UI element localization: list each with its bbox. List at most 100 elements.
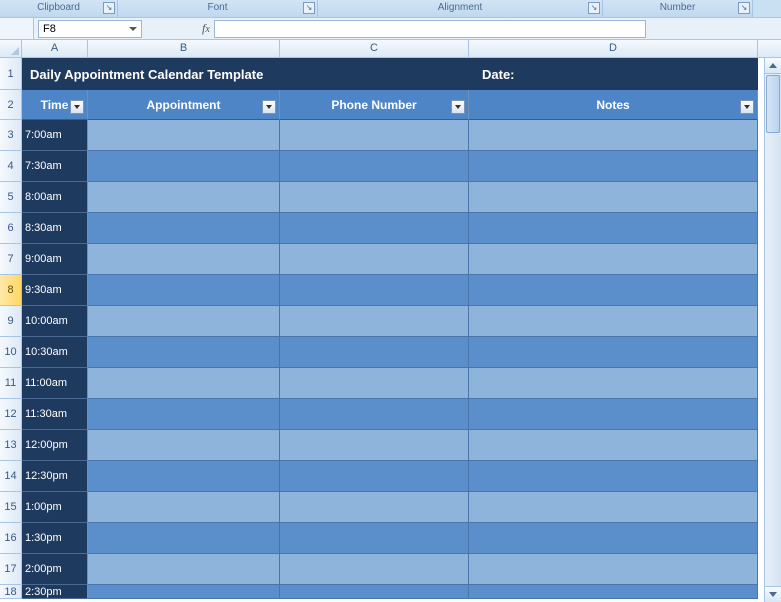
notes-cell[interactable] [469,399,758,430]
phone-cell[interactable] [280,275,469,306]
notes-cell[interactable] [469,151,758,182]
time-cell[interactable]: 10:00am [22,306,88,337]
phone-cell[interactable] [280,213,469,244]
row-header[interactable]: 2 [0,90,22,120]
appointment-cell[interactable] [88,244,280,275]
notes-cell[interactable] [469,275,758,306]
select-all-corner[interactable] [0,40,22,57]
row-header[interactable]: 8 [0,275,22,306]
appointment-header[interactable]: Appointment [88,90,280,120]
row-header[interactable]: 4 [0,151,22,182]
vertical-scrollbar[interactable] [764,58,781,602]
notes-cell[interactable] [469,585,758,599]
notes-header[interactable]: Notes [469,90,758,120]
notes-cell[interactable] [469,430,758,461]
phone-cell[interactable] [280,554,469,585]
row-header[interactable]: 17 [0,554,22,585]
time-header[interactable]: Time [22,90,88,120]
column-header[interactable]: D [469,40,758,57]
dialog-launcher-icon[interactable]: ↘ [588,2,600,14]
time-cell[interactable]: 9:30am [22,275,88,306]
appointment-cell[interactable] [88,368,280,399]
appointment-cell[interactable] [88,213,280,244]
time-cell[interactable]: 11:30am [22,399,88,430]
row-header[interactable]: 6 [0,213,22,244]
time-cell[interactable]: 11:00am [22,368,88,399]
dialog-launcher-icon[interactable]: ↘ [738,2,750,14]
notes-cell[interactable] [469,368,758,399]
row-header[interactable]: 12 [0,399,22,430]
notes-cell[interactable] [469,306,758,337]
time-cell[interactable]: 12:00pm [22,430,88,461]
notes-cell[interactable] [469,244,758,275]
filter-dropdown-icon[interactable] [451,100,465,114]
row-header[interactable]: 14 [0,461,22,492]
appointment-cell[interactable] [88,337,280,368]
phone-cell[interactable] [280,244,469,275]
notes-cell[interactable] [469,461,758,492]
column-header[interactable]: A [22,40,88,57]
row-header[interactable]: 7 [0,244,22,275]
row-header[interactable]: 3 [0,120,22,151]
fx-icon[interactable]: fx [202,21,210,36]
notes-cell[interactable] [469,554,758,585]
filter-dropdown-icon[interactable] [740,100,754,114]
appointment-cell[interactable] [88,523,280,554]
phone-cell[interactable] [280,523,469,554]
name-box[interactable]: F8 [38,20,142,38]
time-cell[interactable]: 7:30am [22,151,88,182]
time-cell[interactable]: 1:00pm [22,492,88,523]
dialog-launcher-icon[interactable]: ↘ [103,2,115,14]
phone-header[interactable]: Phone Number [280,90,469,120]
row-header[interactable]: 5 [0,182,22,213]
row-header[interactable]: 1 [0,58,22,90]
chevron-down-icon[interactable] [129,27,137,31]
phone-cell[interactable] [280,492,469,523]
time-cell[interactable]: 7:00am [22,120,88,151]
appointment-cell[interactable] [88,554,280,585]
phone-cell[interactable] [280,182,469,213]
appointment-cell[interactable] [88,151,280,182]
appointment-cell[interactable] [88,492,280,523]
time-cell[interactable]: 10:30am [22,337,88,368]
time-cell[interactable]: 12:30pm [22,461,88,492]
time-cell[interactable]: 8:00am [22,182,88,213]
phone-cell[interactable] [280,306,469,337]
scroll-thumb[interactable] [766,75,780,133]
row-header[interactable]: 16 [0,523,22,554]
time-cell[interactable]: 2:30pm [22,585,88,599]
phone-cell[interactable] [280,399,469,430]
phone-cell[interactable] [280,151,469,182]
phone-cell[interactable] [280,368,469,399]
dialog-launcher-icon[interactable]: ↘ [303,2,315,14]
appointment-cell[interactable] [88,430,280,461]
row-header[interactable]: 18 [0,585,22,599]
time-cell[interactable]: 1:30pm [22,523,88,554]
row-header[interactable]: 9 [0,306,22,337]
appointment-cell[interactable] [88,182,280,213]
phone-cell[interactable] [280,120,469,151]
notes-cell[interactable] [469,523,758,554]
notes-cell[interactable] [469,337,758,368]
time-cell[interactable]: 9:00am [22,244,88,275]
phone-cell[interactable] [280,585,469,599]
appointment-cell[interactable] [88,306,280,337]
appointment-cell[interactable] [88,461,280,492]
notes-cell[interactable] [469,182,758,213]
row-header[interactable]: 13 [0,430,22,461]
filter-dropdown-icon[interactable] [70,100,84,114]
column-header[interactable]: C [280,40,469,57]
title-cell[interactable]: Daily Appointment Calendar TemplateDate: [22,58,758,90]
row-header[interactable]: 15 [0,492,22,523]
row-header[interactable]: 10 [0,337,22,368]
notes-cell[interactable] [469,120,758,151]
time-cell[interactable]: 8:30am [22,213,88,244]
appointment-cell[interactable] [88,120,280,151]
phone-cell[interactable] [280,337,469,368]
column-header[interactable]: B [88,40,280,57]
notes-cell[interactable] [469,492,758,523]
time-cell[interactable]: 2:00pm [22,554,88,585]
phone-cell[interactable] [280,430,469,461]
appointment-cell[interactable] [88,399,280,430]
filter-dropdown-icon[interactable] [262,100,276,114]
